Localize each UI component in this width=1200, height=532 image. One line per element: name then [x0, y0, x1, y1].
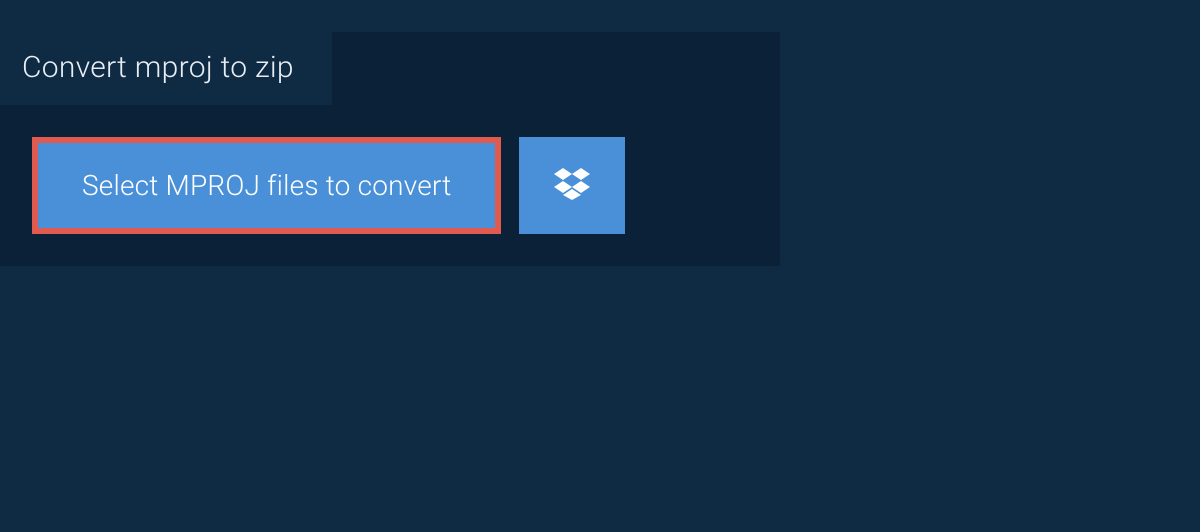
tab-title: Convert mproj to zip [0, 32, 332, 105]
select-files-label: Select MPROJ files to convert [82, 169, 451, 202]
dropbox-button[interactable] [519, 137, 625, 234]
tab-title-text: Convert mproj to zip [22, 50, 294, 85]
button-row: Select MPROJ files to convert [0, 105, 780, 266]
dropbox-icon [554, 168, 590, 204]
converter-panel: Convert mproj to zip Select MPROJ files … [0, 32, 780, 266]
select-files-button[interactable]: Select MPROJ files to convert [32, 137, 501, 234]
